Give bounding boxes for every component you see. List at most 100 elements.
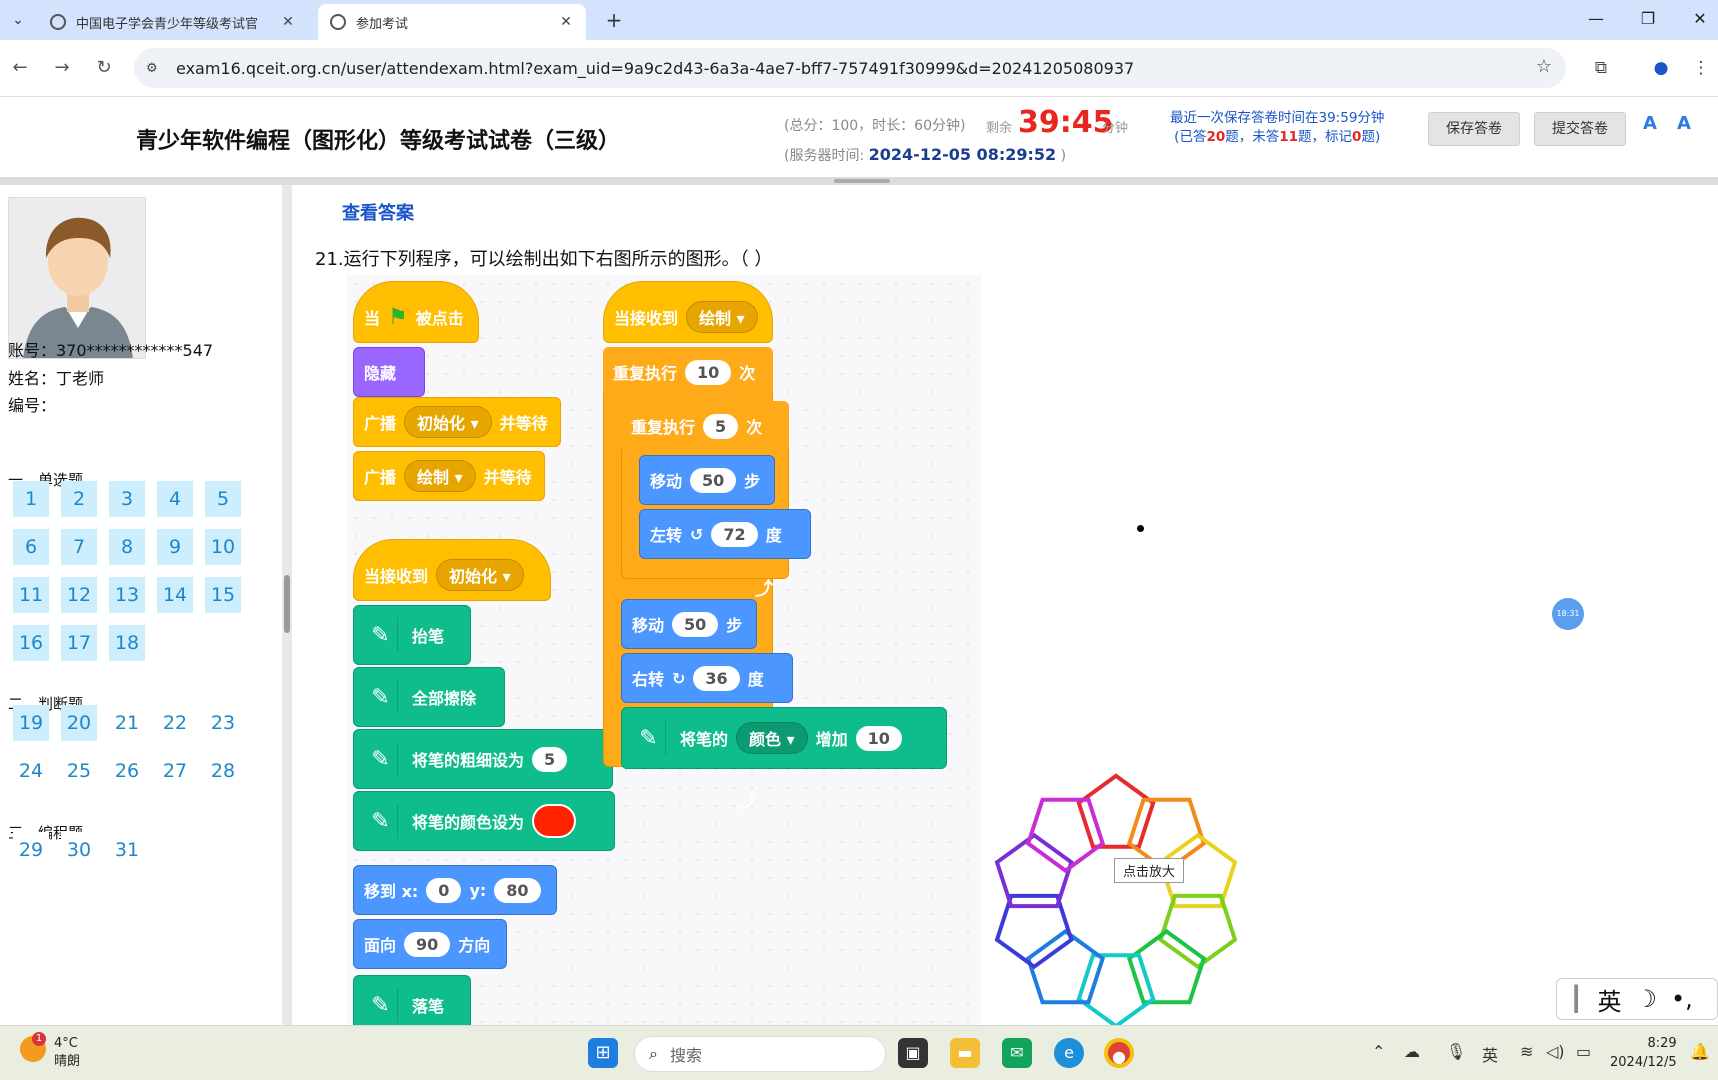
question-number-6[interactable]: 6	[13, 529, 49, 565]
question-number-25[interactable]: 25	[61, 753, 97, 789]
pen-icon: ✎	[364, 742, 398, 776]
microphone-icon[interactable]: 🎙	[1446, 1042, 1466, 1061]
moon-icon[interactable]: ☽	[1635, 985, 1657, 1013]
question-number-20[interactable]: 20	[61, 705, 97, 741]
close-icon[interactable]: ✕	[558, 14, 574, 30]
question-number-31[interactable]: 31	[109, 832, 145, 868]
reload-button[interactable]: ↻	[92, 56, 116, 80]
view-answer-link[interactable]: 查看答案	[342, 199, 414, 225]
question-number-29[interactable]: 29	[13, 832, 49, 868]
ime-mode[interactable]: 英	[1597, 982, 1621, 1017]
question-number-8[interactable]: 8	[109, 529, 145, 565]
question-number-16[interactable]: 16	[13, 625, 49, 661]
question-number-7[interactable]: 7	[61, 529, 97, 565]
chevron-up-icon[interactable]: ⌃	[1372, 1042, 1385, 1061]
cloud-icon[interactable]: ☁	[1404, 1042, 1420, 1061]
save-status: 最近一次保存答卷时间在39:59分钟 (已答20题，未答11题，标记0题)	[1170, 109, 1384, 147]
url-field[interactable]: ⚙ exam16.qceit.org.cn/user/attendexam.ht…	[134, 48, 1566, 88]
battery-icon[interactable]: ▭	[1576, 1042, 1591, 1061]
question-number-15[interactable]: 15	[205, 577, 241, 613]
save-answers-button[interactable]: 保存答卷	[1428, 112, 1520, 146]
block-text: 将笔的	[680, 730, 729, 749]
question-number-5[interactable]: 5	[205, 481, 241, 517]
pen-icon: ✎	[364, 680, 398, 714]
question-number-19[interactable]: 19	[13, 705, 49, 741]
tab-exam-site[interactable]: 中国电子学会青少年等级考试官 ✕	[38, 4, 308, 40]
forward-button[interactable]: →	[50, 56, 74, 80]
question-number-2[interactable]: 2	[61, 481, 97, 517]
edge-browser-icon[interactable]: e	[1054, 1038, 1084, 1068]
floating-timer-ball[interactable]: 18:31	[1552, 598, 1584, 630]
notification-bell-icon[interactable]: 🔔	[1690, 1042, 1710, 1061]
chrome-browser-icon[interactable]: ●	[1104, 1038, 1134, 1068]
question-number-24[interactable]: 24	[13, 753, 49, 789]
tab-search-icon[interactable]: ⌄	[6, 8, 30, 32]
ime-indicator[interactable]: 英	[1482, 1042, 1498, 1066]
server-time: 2024-12-05 08:29:52	[868, 145, 1057, 164]
extensions-icon[interactable]: ⧉	[1590, 58, 1612, 80]
submit-answers-button[interactable]: 提交答卷	[1534, 112, 1626, 146]
steps-input: 50	[690, 467, 737, 493]
weather-widget[interactable]: 4°C 晴朗	[54, 1035, 80, 1071]
scrollbar-thumb[interactable]	[284, 575, 290, 633]
pentagon-flower-image[interactable]	[988, 765, 1244, 1025]
collapse-handle[interactable]	[834, 179, 890, 183]
close-icon[interactable]: ✕	[280, 14, 296, 30]
tab-bar: ⌄ 中国电子学会青少年等级考试官 ✕ 参加考试 ✕ + — ❐ ✕	[0, 0, 1718, 40]
profile-icon[interactable]: ●	[1650, 58, 1672, 80]
system-clock[interactable]: 8:29 2024/12/5	[1610, 1034, 1677, 1072]
message-dropdown: 绘制 ▾	[686, 301, 758, 333]
question-number-3[interactable]: 3	[109, 481, 145, 517]
message-dropdown: 绘制 ▾	[404, 460, 476, 492]
question-number-26[interactable]: 26	[109, 753, 145, 789]
punctuation-icon[interactable]: •,	[1671, 985, 1693, 1013]
ime-toolbar[interactable]: ┃ 英 ☽ •,	[1556, 978, 1718, 1020]
scratch-code-image[interactable]: 当 ⚑ 被点击 隐藏 广播 初始化 ▾ 并等待 广播 绘制 ▾ 并等待 当接收到…	[347, 275, 981, 1025]
site-info-icon[interactable]: ⚙	[146, 61, 166, 76]
question-number-10[interactable]: 10	[205, 529, 241, 565]
question-number-12[interactable]: 12	[61, 577, 97, 613]
task-view-icon[interactable]: ▣	[898, 1038, 928, 1068]
menu-icon[interactable]: ⋮	[1690, 58, 1712, 80]
question-number-21[interactable]: 21	[109, 705, 145, 741]
server-time-row: (服务器时间: 2024-12-05 08:29:52 )	[784, 145, 1066, 165]
font-decrease-icon[interactable]: A	[1672, 113, 1696, 137]
bookmark-star-icon[interactable]: ☆	[1536, 56, 1552, 77]
store-icon[interactable]: ✉	[1002, 1038, 1032, 1068]
question-number-23[interactable]: 23	[205, 705, 241, 741]
url-text: exam16.qceit.org.cn/user/attendexam.html…	[176, 58, 1135, 78]
tab-title: 参加考试	[356, 16, 409, 32]
weather-condition: 晴朗	[54, 1054, 81, 1069]
taskbar-search[interactable]: ⌕ 搜索	[634, 1036, 886, 1072]
question-number-14[interactable]: 14	[157, 577, 193, 613]
question-number-17[interactable]: 17	[61, 625, 97, 661]
sidebar-scrollbar[interactable]	[282, 185, 292, 1025]
question-number-4[interactable]: 4	[157, 481, 193, 517]
green-flag-icon: ⚑	[388, 304, 408, 330]
question-number-9[interactable]: 9	[157, 529, 193, 565]
question-number-11[interactable]: 11	[13, 577, 49, 613]
question-number-27[interactable]: 27	[157, 753, 193, 789]
question-number-28[interactable]: 28	[205, 753, 241, 789]
restore-button[interactable]: ❐	[1630, 6, 1666, 32]
question-number-30[interactable]: 30	[61, 832, 97, 868]
point-direction-block: 面向 90 方向	[353, 919, 507, 969]
wifi-icon[interactable]: ≋	[1520, 1042, 1533, 1061]
font-increase-icon[interactable]: A	[1638, 113, 1662, 137]
move-inner-block: 移动 50 步	[639, 455, 775, 505]
minimize-button[interactable]: —	[1578, 6, 1614, 32]
close-window-button[interactable]: ✕	[1682, 6, 1718, 32]
file-explorer-icon[interactable]: ▬	[950, 1038, 980, 1068]
question-number-13[interactable]: 13	[109, 577, 145, 613]
question-number-1[interactable]: 1	[13, 481, 49, 517]
back-button[interactable]: ←	[8, 56, 32, 80]
tab-attend-exam[interactable]: 参加考试 ✕	[318, 4, 586, 40]
volume-icon[interactable]: ◁)	[1546, 1042, 1565, 1061]
goto-xy-block: 移到 x: 0 y: 80	[353, 865, 557, 915]
windows-start-icon[interactable]: ⊞	[588, 1038, 618, 1068]
question-number-18[interactable]: 18	[109, 625, 145, 661]
question-number-22[interactable]: 22	[157, 705, 193, 741]
timer-unit: 分钟	[1102, 121, 1129, 136]
block-text: 落笔	[412, 997, 445, 1016]
new-tab-button[interactable]: +	[600, 6, 628, 34]
